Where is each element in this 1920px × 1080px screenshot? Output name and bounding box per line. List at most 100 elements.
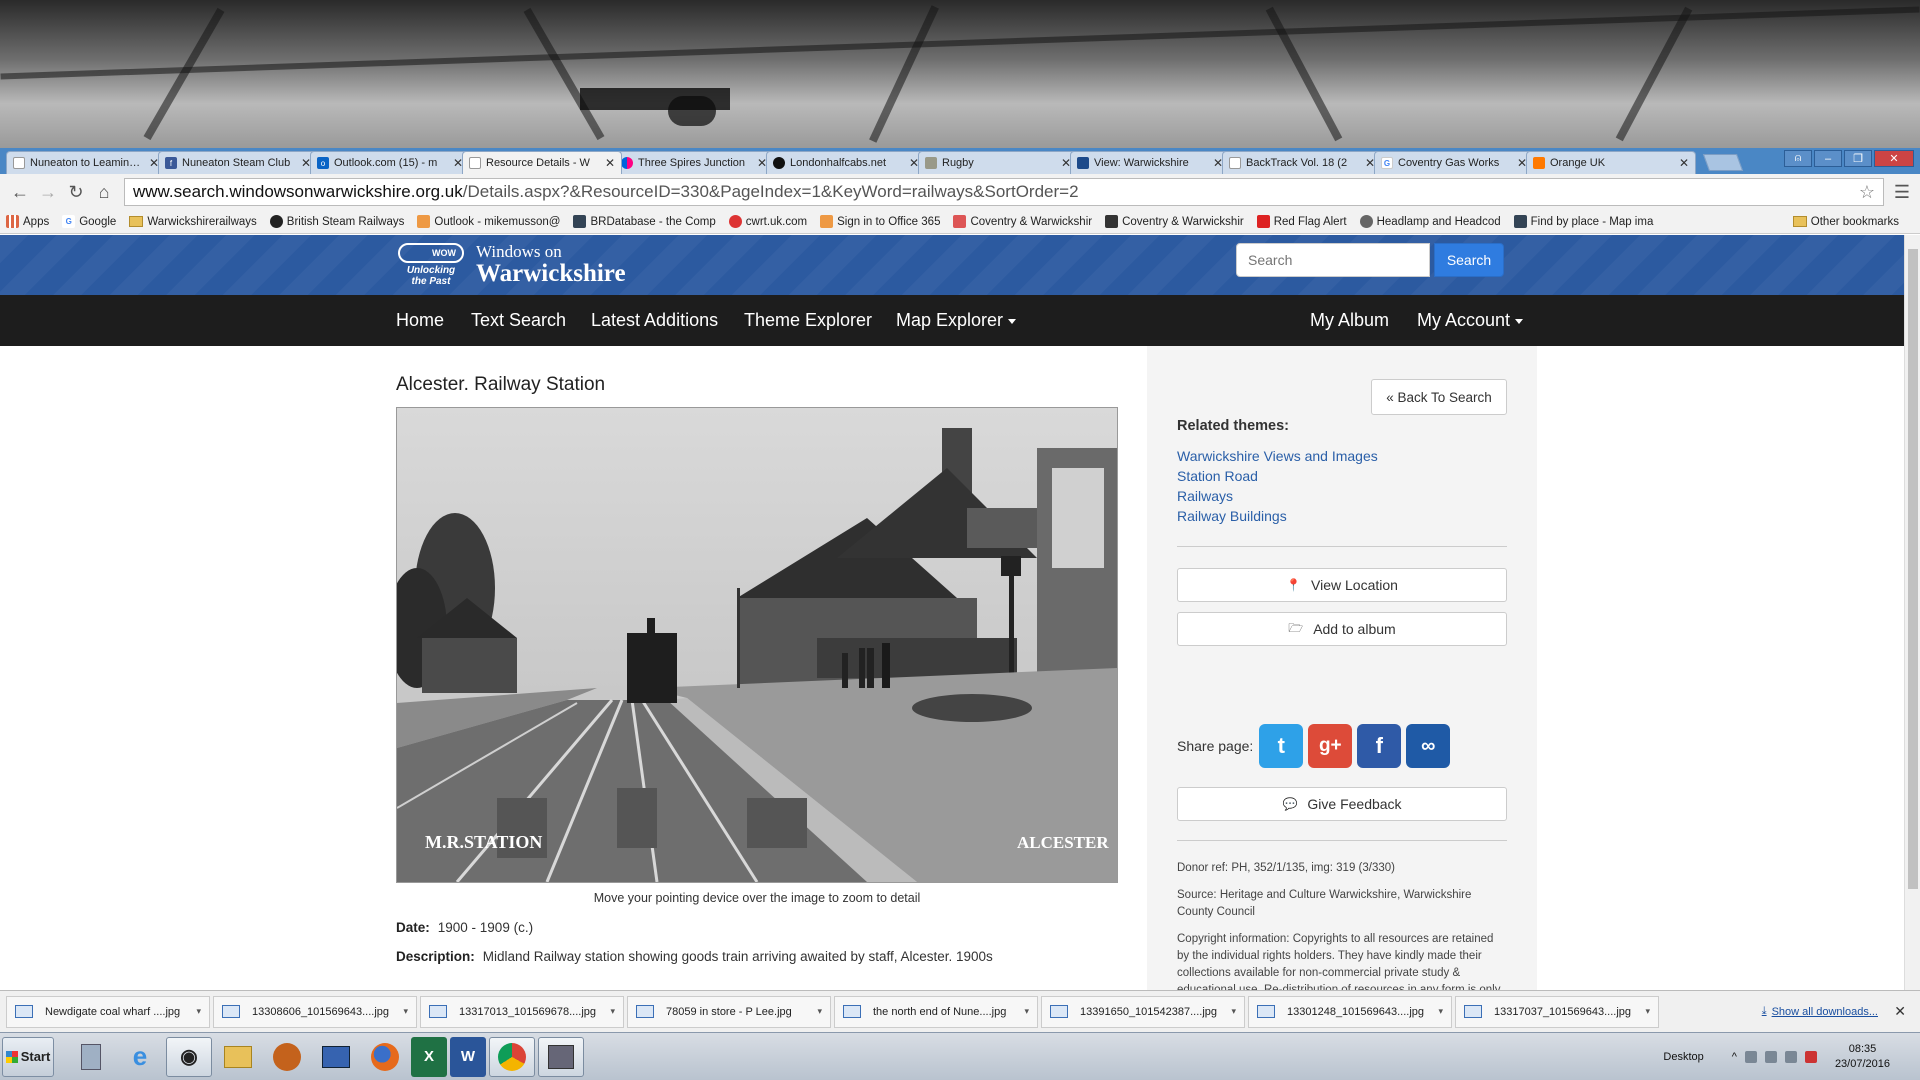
start-button[interactable]: Start [2, 1036, 54, 1077]
minimize-button[interactable]: – [1814, 150, 1842, 167]
theme-link[interactable]: Warwickshire Views and Images [1177, 446, 1378, 466]
other-bookmarks[interactable]: Other bookmarks [1792, 216, 1899, 228]
user-icon[interactable]: ⍝ [1784, 150, 1812, 167]
nav-theme-explorer[interactable]: Theme Explorer [744, 310, 872, 331]
resource-photo[interactable]: M.R.STATION ALCESTER [396, 407, 1118, 883]
internet-explorer-icon[interactable]: e [117, 1037, 163, 1077]
download-item[interactable]: 13317013_101569678....jpg ▾ [420, 995, 624, 1028]
battery-icon[interactable] [1784, 1051, 1797, 1063]
download-item[interactable]: 13317037_101569643....jpg ▾ [1455, 995, 1659, 1028]
browser-tab[interactable]: Nuneaton to Leamington ✕ [6, 151, 166, 174]
browser-tab[interactable]: o Outlook.com (15) - m ✕ [310, 151, 470, 174]
theme-link[interactable]: Railway Buildings [1177, 506, 1378, 526]
clock[interactable]: 08:35 23/07/2016 [1835, 1042, 1890, 1072]
bookmark-item[interactable]: British Steam Railways [269, 215, 404, 228]
bookmark-star-icon[interactable]: ☆ [1859, 182, 1875, 203]
browser-tab[interactable]: Orange UK ✕ [1526, 151, 1696, 174]
home-icon[interactable]: ⌂ [90, 182, 118, 203]
new-tab-button[interactable] [1702, 154, 1744, 171]
browser-tab[interactable]: Londonhalfcabs.net ✕ [766, 151, 926, 174]
back-arrow-icon[interactable]: ← [6, 182, 34, 203]
chevron-down-icon[interactable]: ▾ [817, 1006, 822, 1017]
calculator-icon[interactable] [68, 1037, 114, 1077]
facebook-icon[interactable]: f [1357, 724, 1402, 768]
download-item[interactable]: 13391650_101542387....jpg ▾ [1041, 995, 1245, 1028]
network-icon[interactable] [1744, 1051, 1757, 1063]
download-item[interactable]: Newdigate coal wharf ....jpg ▾ [6, 995, 210, 1028]
excel-icon[interactable]: X [411, 1036, 447, 1077]
nav-my-album[interactable]: My Album [1310, 310, 1389, 331]
monitor-app-icon[interactable] [313, 1037, 359, 1077]
bookmark-item[interactable]: Find by place - Map ima [1513, 215, 1653, 228]
theme-link[interactable]: Railways [1177, 486, 1378, 506]
chevron-down-icon[interactable]: ▾ [196, 1006, 201, 1017]
page-scrollbar[interactable] [1904, 235, 1920, 990]
add-to-album-button[interactable]: 🗁 Add to album [1177, 612, 1507, 646]
back-to-search-button[interactable]: « Back To Search [1371, 379, 1507, 415]
bookmark-item[interactable]: BRDatabase - the Comp [573, 215, 716, 228]
chevron-down-icon[interactable]: ▾ [1231, 1006, 1236, 1017]
chrome-icon[interactable] [489, 1036, 535, 1077]
reload-icon[interactable]: ↻ [62, 182, 90, 203]
restore-button[interactable]: ❐ [1844, 150, 1872, 167]
chevron-down-icon[interactable]: ▾ [1645, 1006, 1650, 1017]
browser-tab[interactable]: BackTrack Vol. 18 (2 ✕ [1222, 151, 1382, 174]
bookmark-item[interactable]: Warwickshirerailways [129, 216, 257, 228]
bookmark-item[interactable]: Coventry & Warwickshir [1105, 215, 1244, 228]
link-icon[interactable]: ∞ [1406, 724, 1451, 768]
network-app-icon[interactable] [538, 1036, 584, 1077]
bookmark-item[interactable]: Outlook - mikemusson@ [417, 215, 560, 228]
chevron-down-icon[interactable]: ▾ [610, 1006, 615, 1017]
download-item[interactable]: the north end of Nune....jpg ▾ [834, 995, 1038, 1028]
view-location-button[interactable]: 📍 View Location [1177, 568, 1507, 602]
nav-map-explorer[interactable]: Map Explorer [896, 310, 1017, 331]
nav-latest-additions[interactable]: Latest Additions [591, 310, 718, 331]
firefox-icon[interactable] [362, 1037, 408, 1077]
close-icon[interactable]: ✕ [1679, 156, 1689, 170]
volume-icon[interactable] [1764, 1051, 1777, 1063]
browser-tab[interactable]: G Coventry Gas Works ✕ [1374, 151, 1534, 174]
app-icon[interactable] [264, 1037, 310, 1077]
tray-expand-icon[interactable]: ^ [1732, 1051, 1737, 1063]
scrollbar-thumb[interactable] [1908, 249, 1918, 889]
word-icon[interactable]: W [450, 1036, 486, 1077]
download-item[interactable]: 13308606_101569643....jpg ▾ [213, 995, 417, 1028]
nav-text-search[interactable]: Text Search [471, 310, 566, 331]
download-item[interactable]: 13301248_101569643....jpg ▾ [1248, 995, 1452, 1028]
nav-home[interactable]: Home [396, 310, 444, 331]
chevron-down-icon[interactable]: ▾ [1024, 1006, 1029, 1017]
site-logo[interactable]: WOW Unlocking the Past Windows on Warwic… [396, 241, 626, 289]
browser-tab[interactable]: Rugby ✕ [918, 151, 1078, 174]
close-window-button[interactable]: ✕ [1874, 150, 1914, 167]
chevron-down-icon[interactable]: ▾ [403, 1006, 408, 1017]
download-item[interactable]: 78059 in store - P Lee.jpg ▾ [627, 995, 831, 1028]
bookmark-item[interactable]: Coventry & Warwickshir [953, 215, 1092, 228]
forward-arrow-icon[interactable]: → [34, 182, 62, 203]
security-icon[interactable] [1804, 1051, 1817, 1063]
twitter-icon[interactable]: t [1259, 724, 1304, 768]
close-icon[interactable]: ✕ [1894, 1003, 1906, 1020]
browser-tab-active[interactable]: Resource Details - W ✕ [462, 151, 622, 174]
bookmark-item[interactable]: Sign in to Office 365 [820, 215, 940, 228]
nav-my-account[interactable]: My Account [1417, 310, 1524, 331]
give-feedback-button[interactable]: 💬 Give Feedback [1177, 787, 1507, 821]
search-button[interactable]: Search [1434, 243, 1504, 277]
close-icon[interactable]: ✕ [605, 156, 615, 170]
browser-tab[interactable]: View: Warwickshire ✕ [1070, 151, 1230, 174]
bookmark-item[interactable]: Headlamp and Headcod [1359, 215, 1501, 228]
browser-tab[interactable]: f Nuneaton Steam Club ✕ [158, 151, 318, 174]
browser-tab[interactable]: Three Spires Junction ✕ [614, 151, 774, 174]
eye-viewer-icon[interactable]: ◉ [166, 1036, 212, 1077]
bookmark-item[interactable]: Red Flag Alert [1256, 215, 1347, 228]
file-explorer-icon[interactable] [215, 1037, 261, 1077]
google-plus-icon[interactable]: g+ [1308, 724, 1353, 768]
bookmark-item[interactable]: G Google [62, 215, 116, 228]
show-all-downloads-link[interactable]: ⤓ Show all downloads... [1762, 1005, 1878, 1018]
search-input[interactable] [1236, 243, 1430, 277]
address-bar[interactable]: www.search.windowsonwarwickshire.org.uk /… [124, 178, 1884, 206]
menu-icon[interactable]: ☰ [1890, 182, 1914, 203]
chevron-down-icon[interactable]: ▾ [1438, 1006, 1443, 1017]
bookmark-apps[interactable]: Apps [6, 215, 49, 228]
desktop-toolbar-label[interactable]: Desktop [1663, 1051, 1703, 1063]
bookmark-item[interactable]: cwrt.uk.com [728, 215, 807, 228]
